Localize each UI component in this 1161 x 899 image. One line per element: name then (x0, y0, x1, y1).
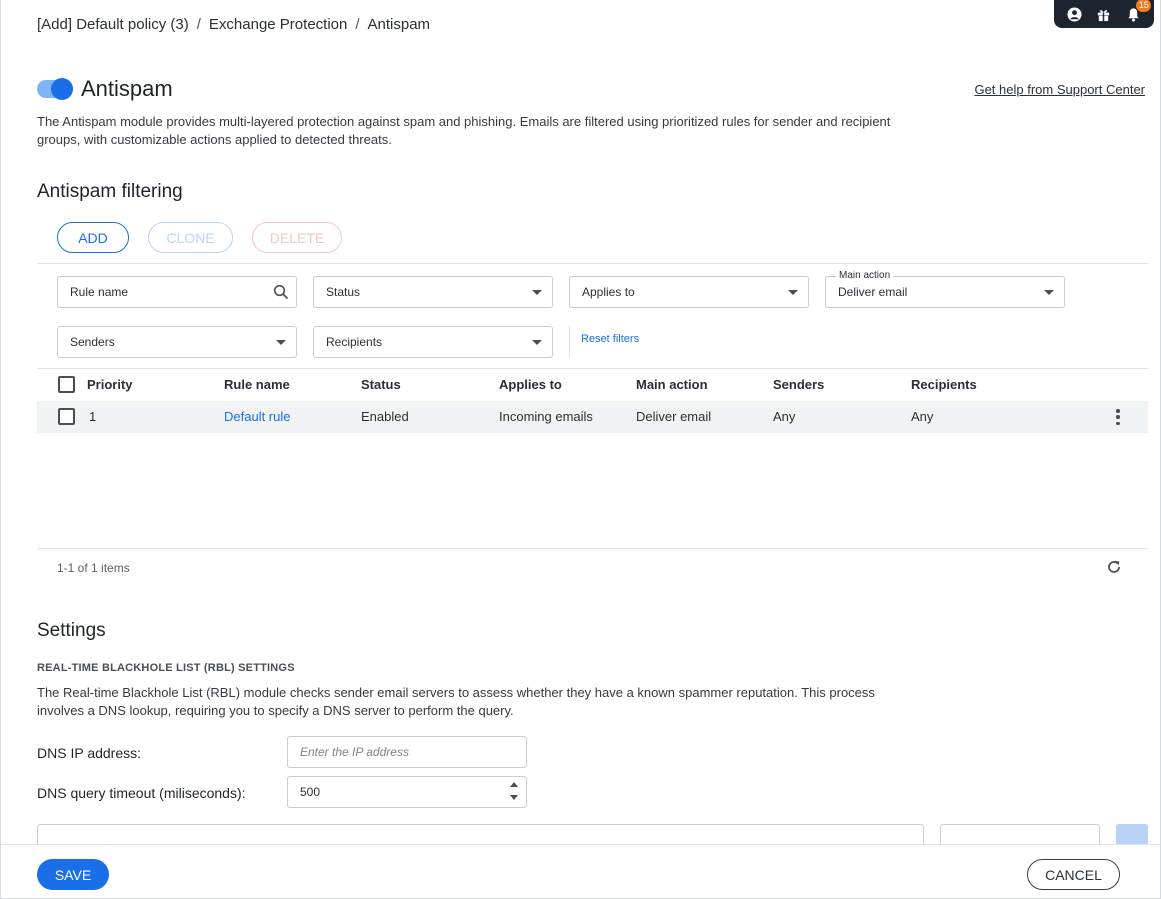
row-checkbox[interactable] (58, 408, 75, 425)
breadcrumb-item-current: Antispam (367, 16, 431, 33)
dns-ip-input[interactable]: Enter the IP address (287, 736, 527, 768)
divider (37, 548, 1148, 549)
rbl-server-input[interactable] (37, 824, 924, 844)
bell-icon[interactable]: 15 (1124, 0, 1152, 23)
rbl-settings-heading: REAL-TIME BLACKHOLE LIST (RBL) SETTINGS (37, 662, 295, 674)
module-enable-toggle[interactable] (37, 78, 73, 100)
row-priority: 1 (89, 409, 97, 424)
notification-badge: 15 (1136, 0, 1152, 12)
dns-timeout-stepper[interactable]: 500 (287, 776, 527, 808)
gift-icon[interactable] (1095, 5, 1113, 23)
rbl-description: The Real-time Blackhole List (RBL) modul… (37, 685, 875, 718)
pagination-summary: 1-1 of 1 items (57, 561, 130, 575)
select-all-checkbox[interactable] (58, 376, 75, 393)
account-icon[interactable] (1066, 5, 1084, 23)
chevron-down-icon (532, 340, 542, 345)
row-menu-icon[interactable] (1116, 409, 1120, 425)
footer-bar: SAVE CANCEL (1, 844, 1160, 898)
clone-button[interactable]: CLONE (148, 222, 233, 253)
row-main-action: Deliver email (636, 409, 712, 424)
applies-to-filter[interactable]: Applies to (569, 276, 809, 308)
breadcrumb-item-policy[interactable]: [Add] Default policy (3) (37, 16, 189, 33)
add-button[interactable]: ADD (57, 222, 129, 253)
stepper-arrows[interactable] (510, 782, 518, 800)
senders-filter[interactable]: Senders (57, 326, 297, 358)
breadcrumb-item-exchange[interactable]: Exchange Protection (209, 16, 347, 33)
dns-ip-label: DNS IP address: (37, 745, 142, 761)
delete-button[interactable]: DELETE (252, 222, 342, 253)
cancel-button[interactable]: CANCEL (1027, 859, 1120, 890)
page-frame: 15 [Add] Default policy (3) / Exchange P… (0, 0, 1161, 899)
row-status: Enabled (361, 409, 409, 424)
row-rule-name-link[interactable]: Default rule (224, 409, 290, 424)
column-header-main-action[interactable]: Main action (636, 377, 708, 392)
rbl-option-select[interactable] (940, 824, 1100, 844)
toggle-knob (51, 78, 73, 100)
recipients-filter-label: Recipients (326, 335, 383, 349)
filtering-section-title: Antispam filtering (37, 181, 183, 202)
column-header-recipients[interactable]: Recipients (911, 377, 977, 392)
chevron-down-icon (532, 290, 542, 295)
chevron-down-icon (788, 290, 798, 295)
column-header-rule-name[interactable]: Rule name (224, 377, 290, 392)
chevron-down-icon (276, 340, 286, 345)
breadcrumb-separator: / (355, 16, 360, 33)
main-action-filter[interactable]: Main action Deliver email (825, 270, 1065, 308)
rbl-add-button[interactable] (1116, 824, 1148, 844)
table-row[interactable]: 1 Default rule Enabled Incoming emails D… (37, 401, 1148, 433)
rule-name-filter-placeholder: Rule name (70, 285, 129, 299)
save-button[interactable]: SAVE (37, 859, 109, 890)
table-header: Priority Rule name Status Applies to Mai… (37, 369, 1148, 401)
row-applies-to: Incoming emails (499, 409, 593, 424)
row-senders: Any (773, 409, 796, 424)
dns-timeout-label: DNS query timeout (miliseconds): (37, 785, 246, 801)
reset-filters-link[interactable]: Reset filters (581, 333, 639, 345)
settings-section-title: Settings (37, 620, 106, 641)
status-filter-label: Status (326, 285, 361, 299)
module-description: The Antispam module provides multi-layer… (37, 114, 891, 147)
status-filter[interactable]: Status (313, 276, 553, 308)
recipients-filter[interactable]: Recipients (313, 326, 553, 358)
header-toolbar: 15 (1054, 0, 1154, 28)
support-center-link[interactable]: Get help from Support Center (974, 82, 1145, 97)
rule-name-filter[interactable]: Rule name (57, 276, 297, 308)
applies-to-filter-label: Applies to (582, 285, 635, 299)
column-header-applies-to[interactable]: Applies to (499, 377, 562, 392)
column-header-status[interactable]: Status (361, 377, 401, 392)
search-icon[interactable] (273, 284, 289, 303)
divider (37, 263, 1148, 264)
dns-timeout-value: 500 (300, 785, 321, 799)
module-title-row: Antispam (37, 76, 173, 102)
refresh-icon[interactable] (1106, 559, 1122, 580)
breadcrumb-separator: / (196, 16, 201, 33)
page-title: Antispam (81, 76, 173, 101)
chevron-down-icon (1044, 290, 1054, 295)
main-action-filter-value: Deliver email (838, 285, 908, 299)
filter-separator (569, 326, 570, 358)
row-recipients: Any (911, 409, 934, 424)
breadcrumb: [Add] Default policy (3) / Exchange Prot… (37, 16, 430, 33)
column-header-priority[interactable]: Priority (87, 377, 133, 392)
senders-filter-label: Senders (70, 335, 115, 349)
column-header-senders[interactable]: Senders (773, 377, 824, 392)
main-action-filter-label: Main action (836, 270, 894, 281)
